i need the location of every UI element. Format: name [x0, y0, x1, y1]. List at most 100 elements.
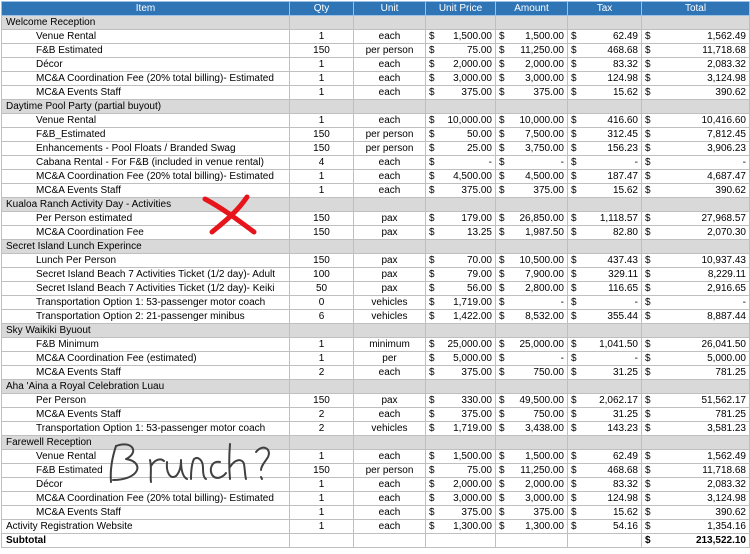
- amount-cell[interactable]: $3,438.00: [495, 421, 568, 436]
- column-header-qty[interactable]: Qty: [289, 1, 354, 16]
- tax-cell[interactable]: $31.25: [567, 407, 642, 422]
- section-empty-cell[interactable]: [353, 323, 426, 338]
- qty-cell[interactable]: 1: [289, 505, 354, 520]
- unit-price-cell[interactable]: $3,000.00: [425, 71, 496, 86]
- section-title[interactable]: Sky Waikiki Byuout: [1, 323, 290, 338]
- total-cell[interactable]: $ -: [641, 295, 750, 310]
- amount-cell[interactable]: $2,000.00: [495, 57, 568, 72]
- item-cell[interactable]: Per Person estimated: [1, 211, 290, 226]
- qty-cell[interactable]: 1: [289, 351, 354, 366]
- unit-cell[interactable]: per person: [353, 127, 426, 142]
- unit-cell[interactable]: each: [353, 57, 426, 72]
- total-cell[interactable]: $7,812.45: [641, 127, 750, 142]
- item-cell[interactable]: Secret Island Beach 7 Activities Ticket …: [1, 267, 290, 282]
- unit-cell[interactable]: each: [353, 169, 426, 184]
- column-header-item[interactable]: Item: [1, 1, 290, 16]
- unit-price-cell[interactable]: $2,000.00: [425, 477, 496, 492]
- column-header-total[interactable]: Total: [641, 1, 750, 16]
- unit-price-cell[interactable]: $75.00: [425, 43, 496, 58]
- section-empty-cell[interactable]: [495, 239, 568, 254]
- total-cell[interactable]: $3,581.23: [641, 421, 750, 436]
- section-empty-cell[interactable]: [289, 379, 354, 394]
- section-empty-cell[interactable]: [353, 239, 426, 254]
- section-empty-cell[interactable]: [567, 197, 642, 212]
- total-cell[interactable]: $2,083.32: [641, 477, 750, 492]
- amount-cell[interactable]: $2,800.00: [495, 281, 568, 296]
- section-title[interactable]: Daytime Pool Party (partial buyout): [1, 99, 290, 114]
- qty-cell[interactable]: 4: [289, 155, 354, 170]
- unit-price-cell[interactable]: $ -: [425, 155, 496, 170]
- qty-cell[interactable]: 1: [289, 71, 354, 86]
- tax-cell[interactable]: $1,041.50: [567, 337, 642, 352]
- amount-cell[interactable]: $1,500.00: [495, 449, 568, 464]
- unit-cell[interactable]: minimum: [353, 337, 426, 352]
- unit-cell[interactable]: each: [353, 365, 426, 380]
- item-cell[interactable]: Transportation Option 1: 53-passenger mo…: [1, 295, 290, 310]
- subtotal-empty-cell[interactable]: [425, 533, 496, 548]
- qty-cell[interactable]: 6: [289, 309, 354, 324]
- item-cell[interactable]: Venue Rental: [1, 29, 290, 44]
- total-cell[interactable]: $1,354.16: [641, 519, 750, 534]
- item-cell[interactable]: Décor: [1, 57, 290, 72]
- section-empty-cell[interactable]: [567, 99, 642, 114]
- unit-price-cell[interactable]: $179.00: [425, 211, 496, 226]
- section-empty-cell[interactable]: [641, 197, 750, 212]
- section-empty-cell[interactable]: [353, 379, 426, 394]
- amount-cell[interactable]: $1,300.00: [495, 519, 568, 534]
- unit-price-cell[interactable]: $10,000.00: [425, 113, 496, 128]
- qty-cell[interactable]: 1: [289, 113, 354, 128]
- total-cell[interactable]: $2,083.32: [641, 57, 750, 72]
- tax-cell[interactable]: $62.49: [567, 29, 642, 44]
- section-empty-cell[interactable]: [353, 15, 426, 30]
- item-cell[interactable]: MC&A Coordination Fee (20% total billing…: [1, 491, 290, 506]
- item-cell[interactable]: MC&A Events Staff: [1, 407, 290, 422]
- unit-cell[interactable]: per: [353, 351, 426, 366]
- item-cell[interactable]: Secret Island Beach 7 Activities Ticket …: [1, 281, 290, 296]
- unit-price-cell[interactable]: $56.00: [425, 281, 496, 296]
- total-cell[interactable]: $10,937.43: [641, 253, 750, 268]
- unit-price-cell[interactable]: $375.00: [425, 183, 496, 198]
- section-empty-cell[interactable]: [289, 15, 354, 30]
- section-title[interactable]: Kualoa Ranch Activity Day - Activities: [1, 197, 290, 212]
- amount-cell[interactable]: $7,500.00: [495, 127, 568, 142]
- qty-cell[interactable]: 1: [289, 169, 354, 184]
- unit-cell[interactable]: each: [353, 407, 426, 422]
- item-cell[interactable]: MC&A Events Staff: [1, 183, 290, 198]
- qty-cell[interactable]: 1: [289, 337, 354, 352]
- qty-cell[interactable]: 1: [289, 449, 354, 464]
- unit-cell[interactable]: vehicles: [353, 309, 426, 324]
- unit-cell[interactable]: vehicles: [353, 295, 426, 310]
- section-empty-cell[interactable]: [495, 197, 568, 212]
- amount-cell[interactable]: $26,850.00: [495, 211, 568, 226]
- unit-cell[interactable]: pax: [353, 253, 426, 268]
- unit-price-cell[interactable]: $1,422.00: [425, 309, 496, 324]
- tax-cell[interactable]: $15.62: [567, 183, 642, 198]
- section-empty-cell[interactable]: [495, 323, 568, 338]
- tax-cell[interactable]: $187.47: [567, 169, 642, 184]
- total-cell[interactable]: $27,968.57: [641, 211, 750, 226]
- tax-cell[interactable]: $437.43: [567, 253, 642, 268]
- section-empty-cell[interactable]: [567, 323, 642, 338]
- unit-price-cell[interactable]: $13.25: [425, 225, 496, 240]
- qty-cell[interactable]: 150: [289, 463, 354, 478]
- amount-cell[interactable]: $375.00: [495, 85, 568, 100]
- tax-cell[interactable]: $83.32: [567, 477, 642, 492]
- amount-cell[interactable]: $49,500.00: [495, 393, 568, 408]
- unit-price-cell[interactable]: $2,000.00: [425, 57, 496, 72]
- tax-cell[interactable]: $124.98: [567, 491, 642, 506]
- qty-cell[interactable]: 1: [289, 57, 354, 72]
- section-empty-cell[interactable]: [425, 99, 496, 114]
- qty-cell[interactable]: 2: [289, 365, 354, 380]
- tax-cell[interactable]: $ -: [567, 295, 642, 310]
- qty-cell[interactable]: 1: [289, 477, 354, 492]
- section-empty-cell[interactable]: [641, 323, 750, 338]
- tax-cell[interactable]: $1,118.57: [567, 211, 642, 226]
- qty-cell[interactable]: 1: [289, 491, 354, 506]
- tax-cell[interactable]: $82.80: [567, 225, 642, 240]
- tax-cell[interactable]: $15.62: [567, 85, 642, 100]
- column-header-tax[interactable]: Tax: [567, 1, 642, 16]
- unit-price-cell[interactable]: $50.00: [425, 127, 496, 142]
- qty-cell[interactable]: 0: [289, 295, 354, 310]
- tax-cell[interactable]: $ -: [567, 351, 642, 366]
- tax-cell[interactable]: $31.25: [567, 365, 642, 380]
